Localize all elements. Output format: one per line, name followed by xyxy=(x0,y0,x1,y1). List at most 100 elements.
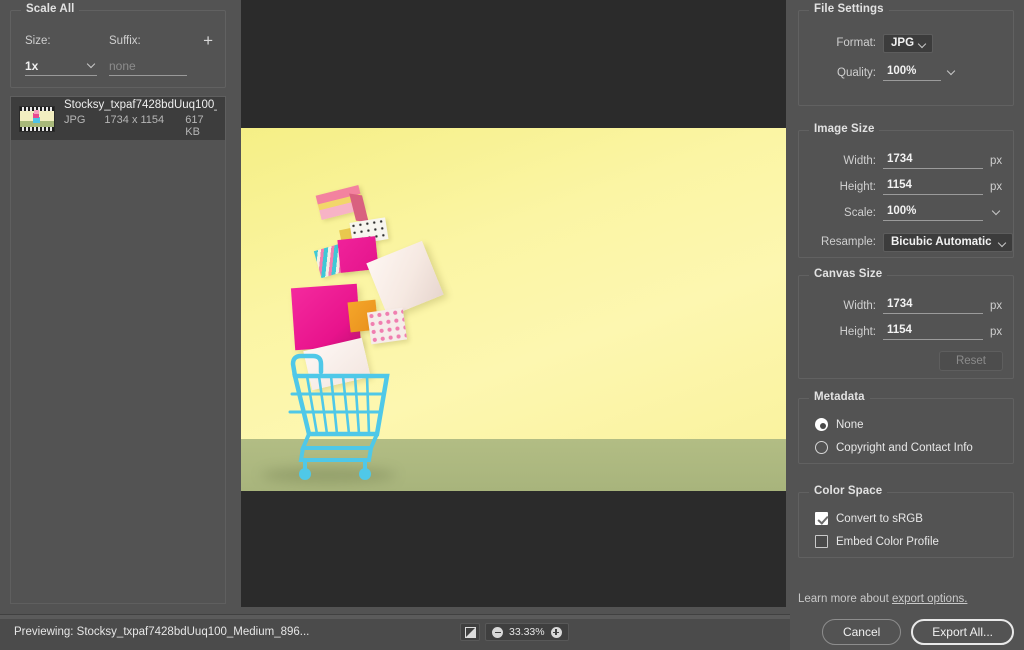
file-meta: Stocksy_txpaf7428bdUuq100_... JPG 1734 x… xyxy=(64,99,217,138)
image-size-panel: Image Size Width: 1734 px Height: 1154 p… xyxy=(798,123,1014,258)
format-select[interactable]: JPG xyxy=(883,33,933,53)
image-width-label: Width: xyxy=(843,155,876,167)
canvas-size-panel: Canvas Size Width: 1734 px Height: 1154 … xyxy=(798,268,1014,379)
export-all-button[interactable]: Export All... xyxy=(911,619,1014,645)
chevron-down-icon xyxy=(919,41,926,48)
previewing-label: Previewing: xyxy=(14,626,74,638)
canvas-height-row: Height: 1154 px xyxy=(799,320,1013,344)
suffix-label: Suffix: xyxy=(109,35,141,47)
size-select[interactable]: 1x xyxy=(25,59,97,76)
convert-srgb-label: Convert to sRGB xyxy=(836,512,923,525)
resample-label: Resample: xyxy=(821,236,876,248)
previewing-status: Previewing: Stocksy_txpaf7428bdUuq100_Me… xyxy=(14,626,309,638)
image-height-label: Height: xyxy=(839,181,876,193)
quality-row: Quality: 100% xyxy=(799,61,1013,85)
format-value: JPG xyxy=(891,37,915,49)
export-options-link[interactable]: export options. xyxy=(892,593,967,605)
metadata-title: Metadata xyxy=(809,391,870,403)
image-scale-label: Scale: xyxy=(844,207,876,219)
export-as-dialog: Scale All Size: Suffix: + 1x none Stocks… xyxy=(0,0,1024,650)
sidebar: Scale All Size: Suffix: + 1x none Stocks… xyxy=(0,0,236,614)
file-format: JPG xyxy=(64,114,86,126)
size-label: Size: xyxy=(25,35,51,47)
canvas-size-title: Canvas Size xyxy=(809,268,888,280)
gift-box-pink-top-side xyxy=(349,193,369,223)
file-settings-title: File Settings xyxy=(809,3,889,15)
file-list: Stocksy_txpaf7428bdUuq100_... JPG 1734 x… xyxy=(10,96,226,604)
image-height-input[interactable]: 1154 xyxy=(883,179,983,195)
image-scale-row: Scale: 100% xyxy=(799,201,1013,225)
format-label: Format: xyxy=(836,37,876,49)
status-bar: Previewing: Stocksy_txpaf7428bdUuq100_Me… xyxy=(0,614,790,650)
size-value: 1x xyxy=(25,59,39,73)
canvas-height-label: Height: xyxy=(839,326,876,338)
zoom-level-value: 33.33% xyxy=(509,626,545,638)
learn-more-text: Learn more about export options. xyxy=(798,593,967,605)
zoom-out-icon[interactable] xyxy=(492,626,503,638)
file-details: JPG 1734 x 1154 617 KB xyxy=(64,114,217,138)
image-height-unit: px xyxy=(990,181,1003,193)
cancel-button[interactable]: Cancel xyxy=(821,619,902,645)
canvas-width-row: Width: 1734 px xyxy=(799,294,1013,318)
metadata-none-label: None xyxy=(836,418,864,431)
color-space-title: Color Space xyxy=(809,485,888,497)
quality-input[interactable]: 100% xyxy=(883,65,941,81)
embed-profile-label: Embed Color Profile xyxy=(836,535,939,548)
embed-profile-option[interactable]: Embed Color Profile xyxy=(799,530,1013,553)
list-item[interactable]: Stocksy_txpaf7428bdUuq100_... JPG 1734 x… xyxy=(11,97,225,140)
zoom-level-control: 33.33% xyxy=(485,623,569,641)
gift-box-polkadot-pink xyxy=(366,307,408,345)
file-settings-panel: File Settings Format: JPG Quality: 100% xyxy=(798,3,1014,106)
scale-all-panel: Scale All Size: Suffix: + 1x none xyxy=(10,3,226,88)
checkbox-convert-srgb-icon[interactable] xyxy=(815,512,828,525)
canvas-width-label: Width: xyxy=(843,300,876,312)
checkbox-embed-profile-icon[interactable] xyxy=(815,535,828,548)
quality-label: Quality: xyxy=(837,67,876,79)
shopping-cart-icon xyxy=(279,342,459,482)
chevron-down-icon xyxy=(999,240,1006,247)
file-size: 617 KB xyxy=(185,114,204,138)
dialog-buttons: Cancel Export All... xyxy=(798,619,1014,645)
canvas-width-unit: px xyxy=(990,300,1003,312)
preview-image xyxy=(241,128,786,491)
image-scale-input[interactable]: 100% xyxy=(883,205,983,221)
gift-box-white-large xyxy=(366,240,444,318)
canvas-height-unit: px xyxy=(990,326,1003,338)
canvas-height-input[interactable]: 1154 xyxy=(883,324,983,340)
reset-button[interactable]: Reset xyxy=(938,351,1003,371)
scale-all-labels: Size: Suffix: + xyxy=(11,32,225,51)
chevron-down-icon[interactable] xyxy=(992,207,1004,219)
radio-none-icon[interactable] xyxy=(815,418,828,431)
format-row: Format: JPG xyxy=(799,31,1013,55)
settings-panel: File Settings Format: JPG Quality: 100% … xyxy=(790,0,1024,650)
add-preset-button[interactable]: + xyxy=(203,32,213,49)
image-width-unit: px xyxy=(990,155,1003,167)
metadata-copyright-option[interactable]: Copyright and Contact Info xyxy=(799,436,1013,459)
zoom-in-icon[interactable] xyxy=(550,626,562,638)
fit-to-screen-button[interactable] xyxy=(460,623,480,641)
canvas-width-input[interactable]: 1734 xyxy=(883,298,983,314)
resample-select[interactable]: Bicubic Automatic xyxy=(883,232,1013,252)
metadata-panel: Metadata None Copyright and Contact Info xyxy=(798,391,1014,464)
preview-canvas[interactable] xyxy=(241,0,786,607)
chevron-down-icon xyxy=(88,60,97,69)
file-dimensions: 1734 x 1154 xyxy=(104,114,165,126)
suffix-input[interactable]: none xyxy=(109,59,187,76)
image-width-row: Width: 1734 px xyxy=(799,149,1013,173)
image-width-input[interactable]: 1734 xyxy=(883,153,983,169)
scale-all-title: Scale All xyxy=(21,3,80,15)
file-thumbnail xyxy=(19,105,55,132)
file-name: Stocksy_txpaf7428bdUuq100_... xyxy=(64,99,217,111)
chevron-down-icon[interactable] xyxy=(947,67,959,79)
metadata-copyright-label: Copyright and Contact Info xyxy=(836,441,973,454)
metadata-none-option[interactable]: None xyxy=(799,413,1013,436)
resample-row: Resample: Bicubic Automatic xyxy=(799,230,1013,254)
resample-value: Bicubic Automatic xyxy=(891,236,992,248)
image-height-row: Height: 1154 px xyxy=(799,175,1013,199)
convert-srgb-option[interactable]: Convert to sRGB xyxy=(799,507,1013,530)
status-bar-divider xyxy=(0,615,790,619)
color-space-panel: Color Space Convert to sRGB Embed Color … xyxy=(798,485,1014,558)
previewing-filename: Stocksy_txpaf7428bdUuq100_Medium_896... xyxy=(76,626,310,638)
radio-copyright-icon[interactable] xyxy=(815,441,828,454)
learn-more-prefix: Learn more about xyxy=(798,593,892,605)
